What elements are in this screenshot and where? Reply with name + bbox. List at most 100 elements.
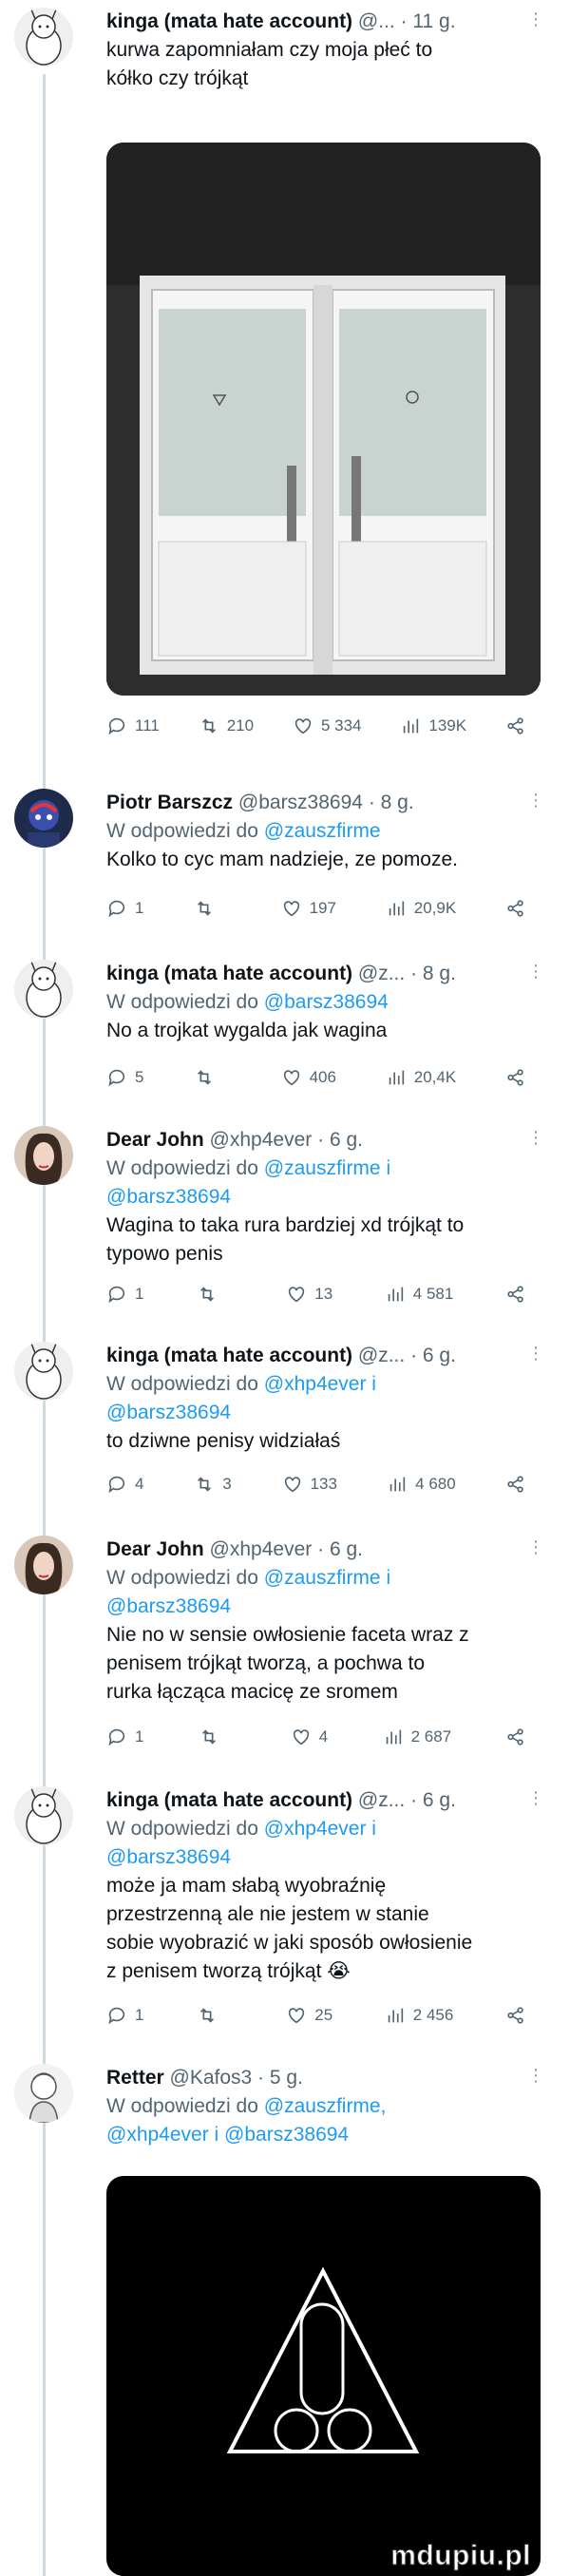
like-button[interactable]: 4 <box>291 1727 329 1747</box>
like-button[interactable]: 25 <box>286 2005 332 2026</box>
display-name[interactable]: kinga (mata hate account) <box>106 963 352 984</box>
reply-button[interactable]: 1 <box>106 898 144 919</box>
like-button[interactable]: 13 <box>286 1284 332 1305</box>
timestamp[interactable]: 8 g. <box>423 963 456 984</box>
reply-context: W odpowiedzi do @xhp4ever i <box>106 1370 553 1399</box>
mention-link[interactable]: @xhp4ever i <box>264 1373 376 1395</box>
mention-link[interactable]: @zauszfirme <box>264 820 381 842</box>
retweet-button[interactable] <box>194 1067 232 1088</box>
reply-button[interactable]: 1 <box>106 1727 144 1747</box>
tweet-text-line: kurwa zapomniałam czy moja płeć to <box>106 39 433 61</box>
mention-link[interactable]: @barsz38694 <box>106 1595 231 1617</box>
mention-link[interactable]: @zauszfirme, <box>264 2095 387 2117</box>
user-handle[interactable]: @xhp4ever <box>210 1129 313 1151</box>
views-button[interactable]: 2 456 <box>385 2005 453 2026</box>
user-handle[interactable]: @z... <box>358 1789 405 1811</box>
timestamp[interactable]: 6 g. <box>330 1538 363 1560</box>
avatar[interactable] <box>14 1126 73 1185</box>
avatar[interactable] <box>14 789 73 848</box>
views-button[interactable]: 4 680 <box>387 1474 456 1495</box>
user-handle[interactable]: @... <box>358 10 395 32</box>
tweet-actions: 1 25 2 456 <box>106 2000 543 2031</box>
tweet-header: kinga (mata hate account) @z... · 8 g. <box>106 960 553 988</box>
share-button[interactable] <box>505 1067 543 1088</box>
retweet-button[interactable]: 3 <box>194 1474 232 1495</box>
mention-link[interactable]: @zauszfirme i <box>264 1567 390 1589</box>
display-name[interactable]: kinga (mata hate account) <box>106 10 352 32</box>
views-button[interactable]: 2 687 <box>383 1727 451 1747</box>
views-button[interactable]: 4 581 <box>385 1284 453 1305</box>
retweet-button[interactable] <box>197 2005 235 2026</box>
timestamp[interactable]: 5 g. <box>270 2067 303 2089</box>
reply-prefix: W odpowiedzi do <box>106 1567 258 1589</box>
like-button[interactable]: 197 <box>281 898 336 919</box>
more-options-icon[interactable]: ⋮ <box>527 1128 545 1148</box>
avatar[interactable] <box>14 960 73 1019</box>
avatar[interactable] <box>14 1786 73 1845</box>
display-name[interactable]: kinga (mata hate account) <box>106 1345 352 1366</box>
timestamp[interactable]: 6 g. <box>330 1129 363 1151</box>
mention-link[interactable]: @barsz38694 <box>106 1846 231 1868</box>
avatar[interactable] <box>14 1536 73 1594</box>
mention-link[interactable]: @xhp4ever i @barsz38694 <box>106 2124 349 2146</box>
more-options-icon[interactable]: ⋮ <box>527 791 545 811</box>
display-name[interactable]: Retter <box>106 2067 164 2089</box>
like-button[interactable]: 133 <box>282 1474 337 1495</box>
share-button[interactable] <box>505 898 543 919</box>
reply-button[interactable]: 5 <box>106 1067 144 1088</box>
share-button[interactable] <box>505 1474 543 1495</box>
user-handle[interactable]: @barsz38694 <box>238 792 363 813</box>
share-icon <box>507 900 523 917</box>
mention-link[interactable]: @barsz38694 <box>106 1402 231 1423</box>
views-button[interactable]: 20,9K <box>386 898 456 919</box>
views-button[interactable]: 20,4K <box>386 1067 456 1088</box>
reply-button[interactable]: 4 <box>106 1474 144 1495</box>
share-button[interactable] <box>505 716 543 736</box>
reply-icon <box>108 900 125 918</box>
more-options-icon[interactable]: ⋮ <box>527 10 545 29</box>
mention-link[interactable]: @xhp4ever i <box>264 1818 376 1840</box>
avatar[interactable] <box>14 8 73 67</box>
more-options-icon[interactable]: ⋮ <box>527 2066 545 2086</box>
retweet-button[interactable] <box>194 898 232 919</box>
mention-link[interactable]: @barsz38694 <box>106 1186 231 1208</box>
timestamp[interactable]: 8 g. <box>381 792 414 813</box>
user-handle[interactable]: @z... <box>358 1345 405 1366</box>
tweet-text-line: może ja mam słabą wyobraźnię <box>106 1875 387 1897</box>
like-button[interactable]: 5 334 <box>293 716 362 736</box>
more-options-icon[interactable]: ⋮ <box>527 1788 545 1808</box>
user-handle[interactable]: @xhp4ever <box>210 1538 313 1560</box>
reply-button[interactable]: 1 <box>106 1284 144 1305</box>
reply-count: 1 <box>135 2006 144 2024</box>
heart-icon <box>283 1070 299 1086</box>
share-button[interactable] <box>505 1727 543 1747</box>
retweet-button[interactable] <box>199 1727 237 1747</box>
display-name[interactable]: kinga (mata hate account) <box>106 1789 352 1811</box>
user-handle[interactable]: @Kafos3 <box>170 2067 253 2089</box>
display-name[interactable]: Piotr Barszcz <box>106 792 233 813</box>
display-name[interactable]: Dear John <box>106 1129 204 1151</box>
share-button[interactable] <box>505 2005 543 2026</box>
reply-button[interactable]: 1 <box>106 2005 144 2026</box>
timestamp[interactable]: 11 g. <box>412 10 455 32</box>
like-count: 5 334 <box>320 716 362 735</box>
more-options-icon[interactable]: ⋮ <box>527 1344 545 1364</box>
views-button[interactable]: 139K <box>400 716 466 736</box>
mention-link[interactable]: @barsz38694 <box>264 991 389 1013</box>
reply-button[interactable]: 111 <box>106 716 160 736</box>
share-button[interactable] <box>505 1284 543 1305</box>
more-options-icon[interactable]: ⋮ <box>527 962 545 982</box>
like-button[interactable]: 406 <box>281 1067 336 1088</box>
display-name[interactable]: Dear John <box>106 1538 204 1560</box>
tweet-image[interactable] <box>106 143 541 696</box>
retweet-button[interactable] <box>197 1284 235 1305</box>
tweet-image[interactable]: mdupiu.pl <box>106 2176 541 2576</box>
avatar[interactable] <box>14 1342 73 1401</box>
timestamp[interactable]: 6 g. <box>423 1789 456 1811</box>
retweet-button[interactable]: 210 <box>199 716 254 736</box>
mention-link[interactable]: @zauszfirme i <box>264 1157 390 1179</box>
avatar[interactable] <box>14 2064 73 2123</box>
timestamp[interactable]: 6 g. <box>423 1345 456 1366</box>
user-handle[interactable]: @z... <box>358 963 405 984</box>
more-options-icon[interactable]: ⋮ <box>527 1537 545 1557</box>
